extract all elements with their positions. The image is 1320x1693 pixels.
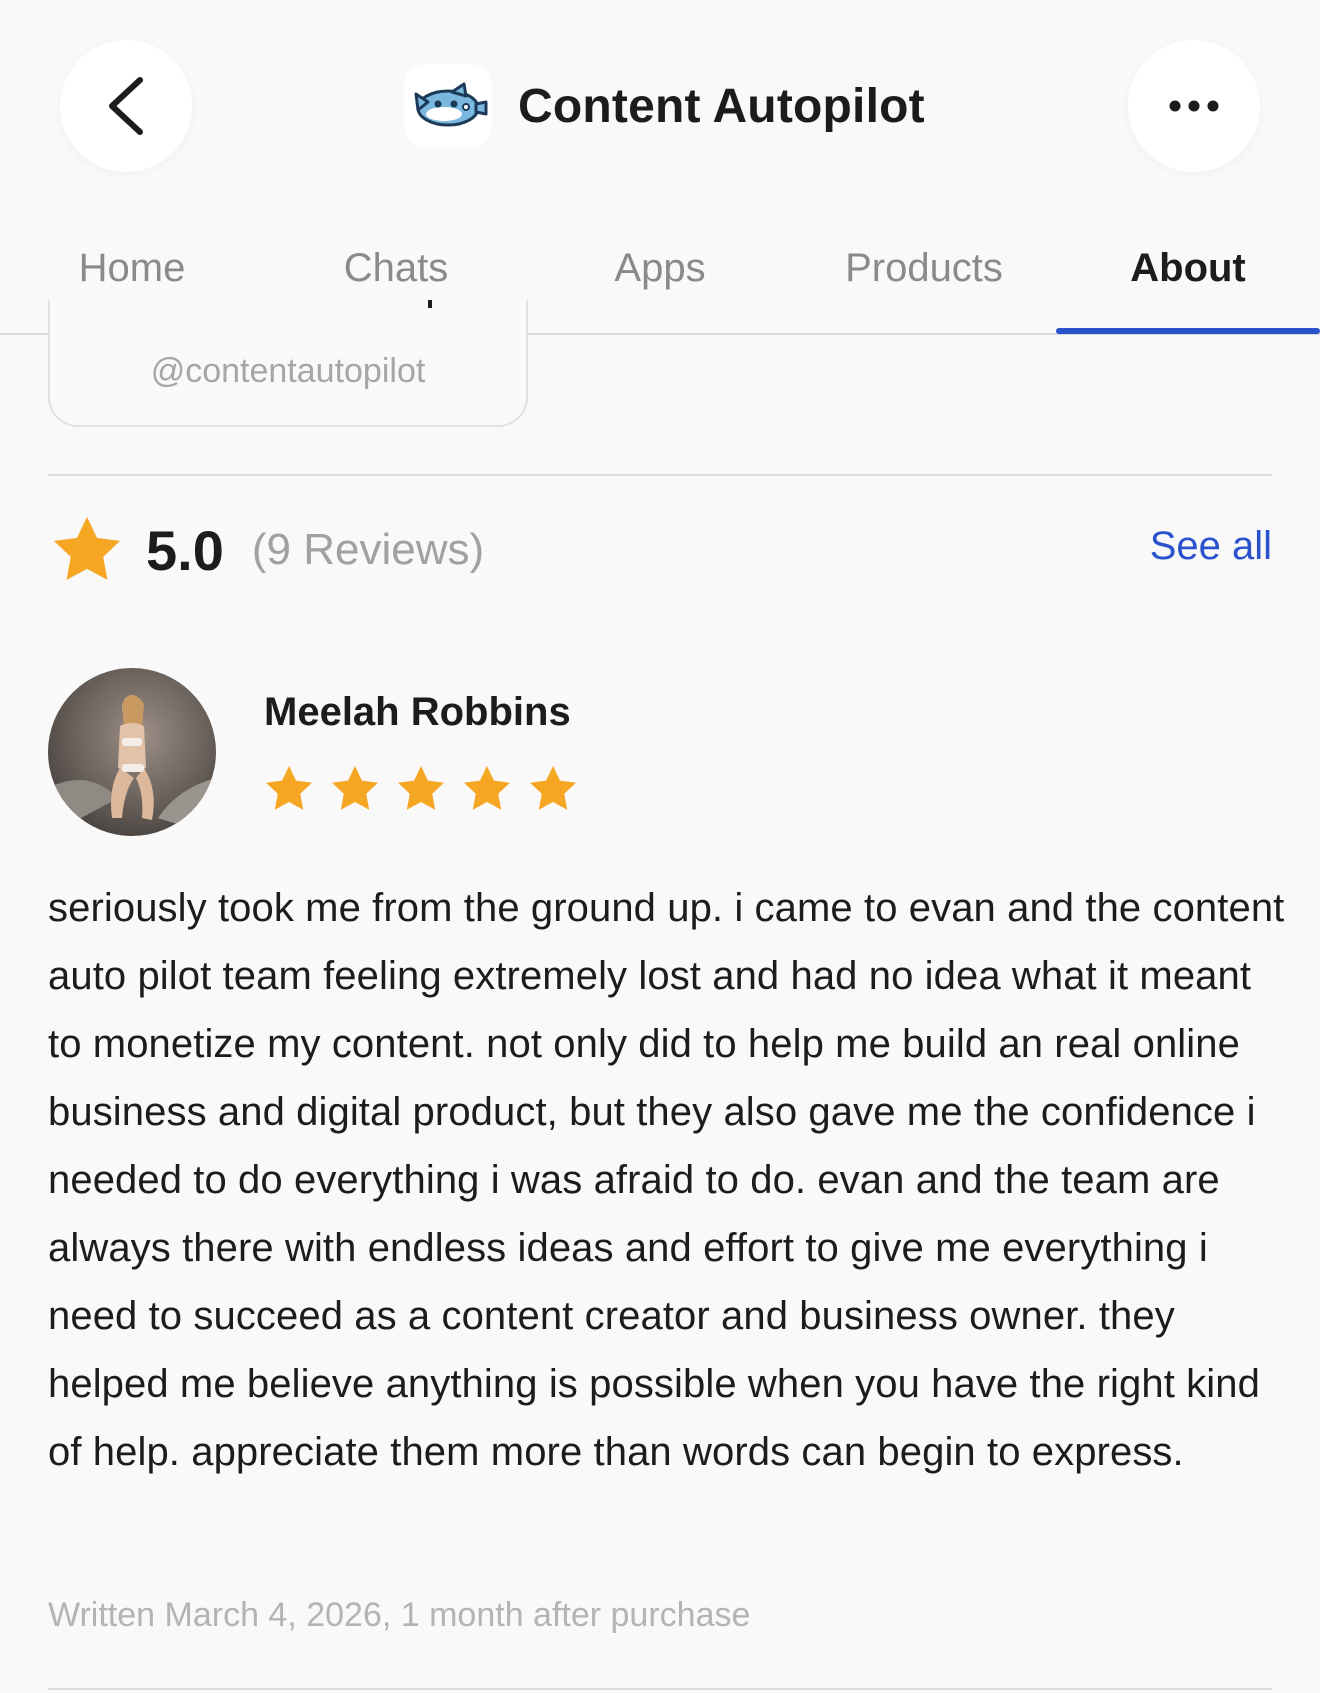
- tab-home[interactable]: Home: [79, 246, 186, 291]
- page: Content Autopilot Home Chats Apps Produc…: [0, 0, 1320, 1693]
- active-tab-indicator: [1056, 328, 1320, 334]
- more-options-button[interactable]: [1128, 40, 1260, 172]
- reviewer-avatar: [48, 668, 216, 836]
- review-count: (9 Reviews): [251, 525, 485, 574]
- star-icon: [332, 766, 378, 810]
- app-logo: [404, 64, 492, 148]
- tab-apps[interactable]: Apps: [614, 246, 705, 291]
- tab-products[interactable]: Products: [845, 246, 1003, 291]
- star-icon: [464, 766, 510, 810]
- see-all-link[interactable]: See all: [1150, 524, 1272, 569]
- profile-handle: @contentautopilot: [150, 352, 426, 390]
- rating-value: 5.0: [146, 518, 224, 582]
- tab-about[interactable]: About: [1130, 246, 1246, 291]
- back-button[interactable]: [60, 40, 192, 172]
- section-divider: [48, 1688, 1272, 1690]
- app-title: Content Autopilot: [518, 79, 925, 133]
- star-icon: [530, 766, 576, 810]
- airplane-fish-logo-icon: [414, 82, 488, 127]
- section-divider: [48, 474, 1272, 476]
- ellipsis-icon: [1169, 100, 1219, 112]
- chevron-left-icon: [109, 77, 143, 135]
- reviewer-name: Meelah Robbins: [264, 690, 571, 734]
- avatar-photo-icon: [48, 695, 216, 836]
- review-text: seriously took me from the ground up. i …: [48, 886, 1285, 1474]
- app-header: Content Autopilot Home Chats Apps Produc…: [0, 0, 1320, 335]
- star-icon: [398, 766, 444, 810]
- clipped-text-fragment: [428, 300, 432, 308]
- header-title-group: Content Autopilot: [404, 64, 925, 148]
- rating-summary: 5.0 (9 Reviews) See all: [48, 508, 1272, 592]
- star-icon: [266, 766, 312, 810]
- review-star-rating: [262, 762, 592, 816]
- profile-card[interactable]: @contentautopilot: [48, 300, 528, 427]
- tab-chats[interactable]: Chats: [344, 246, 449, 291]
- star-icon: [53, 516, 121, 580]
- review-date: Written March 4, 2026, 1 month after pur…: [48, 1596, 751, 1634]
